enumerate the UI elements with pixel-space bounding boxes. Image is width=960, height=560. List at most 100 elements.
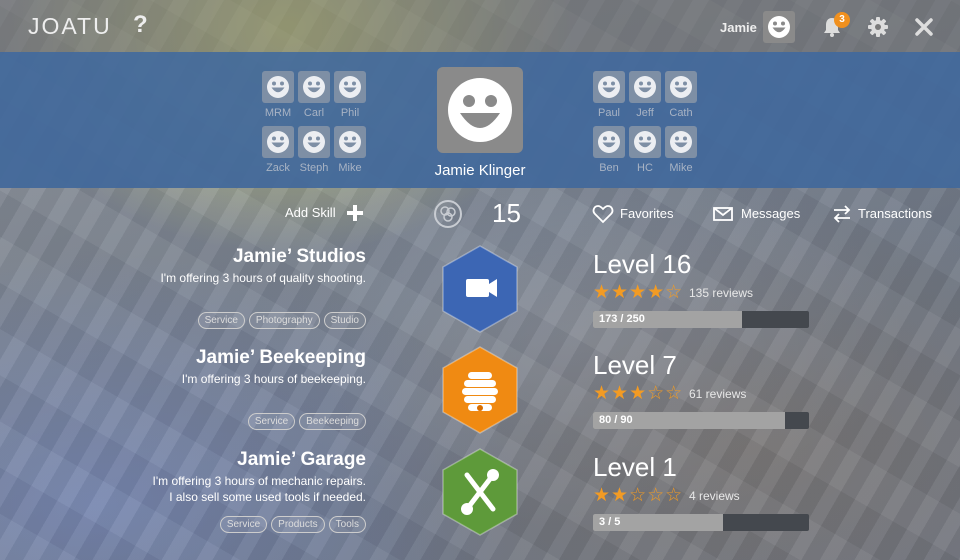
gear-icon[interactable] [867,16,889,38]
current-username[interactable]: Jamie [720,20,757,35]
envelope-icon[interactable] [712,204,734,224]
skill-tag[interactable]: Service [197,312,245,329]
friend-avatar[interactable]: Paul [592,71,626,119]
smiley-face-icon [267,131,289,153]
friend-avatar-image [334,71,366,103]
skill-title[interactable]: Jamie’ Beekeeping [196,347,366,369]
friend-avatar-image [262,126,294,158]
level-progress-bar: 173 / 250 [593,311,809,328]
smiley-face-icon [267,76,289,98]
friend-avatar[interactable]: Ben [592,126,626,174]
friend-avatar-image [298,126,330,158]
friend-avatar-image [298,71,330,103]
friend-name: Steph [299,162,329,174]
friend-name: Paul [597,107,621,119]
star-rating: ★★★★☆ [593,282,684,303]
progress-text: 3 / 5 [599,516,621,528]
friend-name: Mike [669,162,693,174]
progress-text: 173 / 250 [599,313,645,325]
reviews-link[interactable]: 61 reviews [689,387,746,401]
transfer-arrows-icon[interactable] [831,204,853,224]
skill-description: I also sell some used tools if needed. [169,490,366,504]
star-rating: ★★☆☆☆ [593,485,684,506]
smiley-face-icon [634,76,656,98]
notification-badge: 3 [834,12,850,28]
plus-icon[interactable] [346,204,364,222]
skill-tag[interactable]: Service [219,516,268,533]
skill-tag[interactable]: Tools [328,516,366,533]
friend-avatar-image [593,126,625,158]
smiley-face-icon [303,131,325,153]
coins-icon [440,206,456,222]
transactions-link[interactable]: Transactions [858,206,932,221]
skill-title[interactable]: Jamie’ Studios [233,246,366,268]
friend-avatar[interactable]: Mike [664,126,698,174]
skill-level: Level 1 [593,452,677,482]
friend-avatar-image [334,126,366,158]
reviews-link[interactable]: 4 reviews [689,489,740,503]
smiley-face-icon [634,131,656,153]
smiley-face-icon [670,131,692,153]
friend-name: Mike [338,162,362,174]
profile-avatar[interactable] [437,67,523,153]
friend-avatar[interactable]: HC [628,126,662,174]
heart-icon[interactable] [592,204,614,224]
help-button[interactable]: ? [133,11,148,39]
progress-text: 80 / 90 [599,414,633,426]
smiley-face-icon [339,76,361,98]
smiley-face-icon [339,131,361,153]
friend-name: Zack [266,162,290,174]
skill-badge[interactable] [441,447,519,537]
friend-avatar[interactable]: Mike [333,126,367,174]
skill-tag[interactable]: Products [271,516,325,533]
friend-avatar[interactable]: Zack [261,126,295,174]
user-avatar[interactable] [763,11,795,43]
friend-name: Phil [340,107,360,119]
smiley-face-icon [670,76,692,98]
friend-name: Cath [669,107,693,119]
star-rating: ★★★☆☆ [593,383,684,404]
coin-icon [434,200,462,228]
reviews-link[interactable]: 135 reviews [689,286,753,300]
friend-avatar[interactable]: Cath [664,71,698,119]
smiley-face-icon [303,76,325,98]
friend-name: HC [637,162,653,174]
skill-tag[interactable]: Photography [248,312,320,329]
add-skill-button[interactable]: Add Skill [285,205,336,220]
skill-level: Level 16 [593,249,692,279]
close-icon[interactable] [913,16,935,38]
friend-avatar[interactable]: Steph [297,126,331,174]
skill-tags: Service Beekeeping [247,413,366,430]
friend-avatar[interactable]: Jeff [628,71,662,119]
friend-name: Carl [303,107,325,119]
skill-count: 15 [492,198,521,228]
friend-avatar-image [629,71,661,103]
skill-description: I'm offering 3 hours of mechanic repairs… [152,474,366,488]
profile-name: Jamie Klinger [434,162,526,179]
friend-avatar[interactable]: Carl [297,71,331,119]
friend-avatar-image [665,126,697,158]
skill-tags: Service Products Tools [219,516,366,533]
friend-name: MRM [264,107,292,119]
skill-title[interactable]: Jamie’ Garage [237,449,366,471]
skill-badge[interactable] [441,244,519,334]
friend-avatar[interactable]: Phil [333,71,367,119]
skill-tag[interactable]: Beekeeping [299,413,366,430]
skill-tag[interactable]: Studio [323,312,366,329]
smiley-face-icon [598,131,620,153]
friend-avatar-image [629,126,661,158]
friend-avatar-image [262,71,294,103]
friend-name: Ben [599,162,619,174]
friend-avatar-image [665,71,697,103]
app-logo[interactable]: JOATU [28,13,112,40]
level-progress-bar: 80 / 90 [593,412,809,429]
smiley-face-icon [448,78,512,142]
skill-description: I'm offering 3 hours of beekeeping. [181,372,366,386]
skill-badge[interactable] [441,345,519,435]
friend-avatar[interactable]: MRM [261,71,295,119]
favorites-link[interactable]: Favorites [620,206,673,221]
smiley-face-icon [598,76,620,98]
messages-link[interactable]: Messages [741,206,800,221]
skill-description: I'm offering 3 hours of quality shooting… [160,271,366,285]
skill-tag[interactable]: Service [247,413,296,430]
